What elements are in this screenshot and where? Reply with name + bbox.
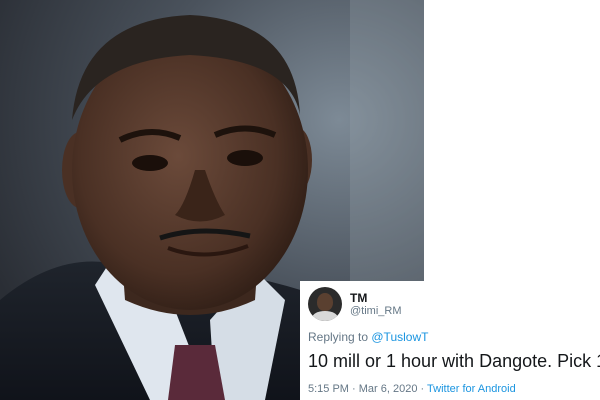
avatar-shoulders — [312, 311, 338, 321]
avatar[interactable] — [308, 287, 342, 321]
avatar-face — [317, 293, 333, 311]
author-names: TM @timi_RM — [350, 292, 402, 318]
tweet-header: TM @timi_RM — [308, 287, 402, 321]
tweet-text: 10 mill or 1 hour with Dangote. Pick 1 — [308, 351, 600, 371]
tweet-time[interactable]: 5:15 PM — [308, 383, 349, 395]
meta-separator: · — [348, 383, 359, 395]
display-name[interactable]: TM — [350, 292, 402, 305]
tweet-date[interactable]: Mar 6, 2020 — [359, 383, 418, 395]
tweet-meta: 5:15 PM · Mar 6, 2020 · Twitter for Andr… — [308, 383, 516, 395]
user-handle[interactable]: @timi_RM — [350, 305, 402, 318]
meta-separator: · — [417, 383, 428, 395]
tweet-source-link[interactable]: Twitter for Android — [427, 383, 516, 395]
reply-mention-link[interactable]: @TuslowT — [371, 330, 428, 344]
tweet-card: TM @timi_RM Replying to @TuslowT 10 mill… — [300, 281, 600, 400]
reply-prefix: Replying to — [308, 330, 372, 344]
reply-context: Replying to @TuslowT — [308, 330, 428, 344]
